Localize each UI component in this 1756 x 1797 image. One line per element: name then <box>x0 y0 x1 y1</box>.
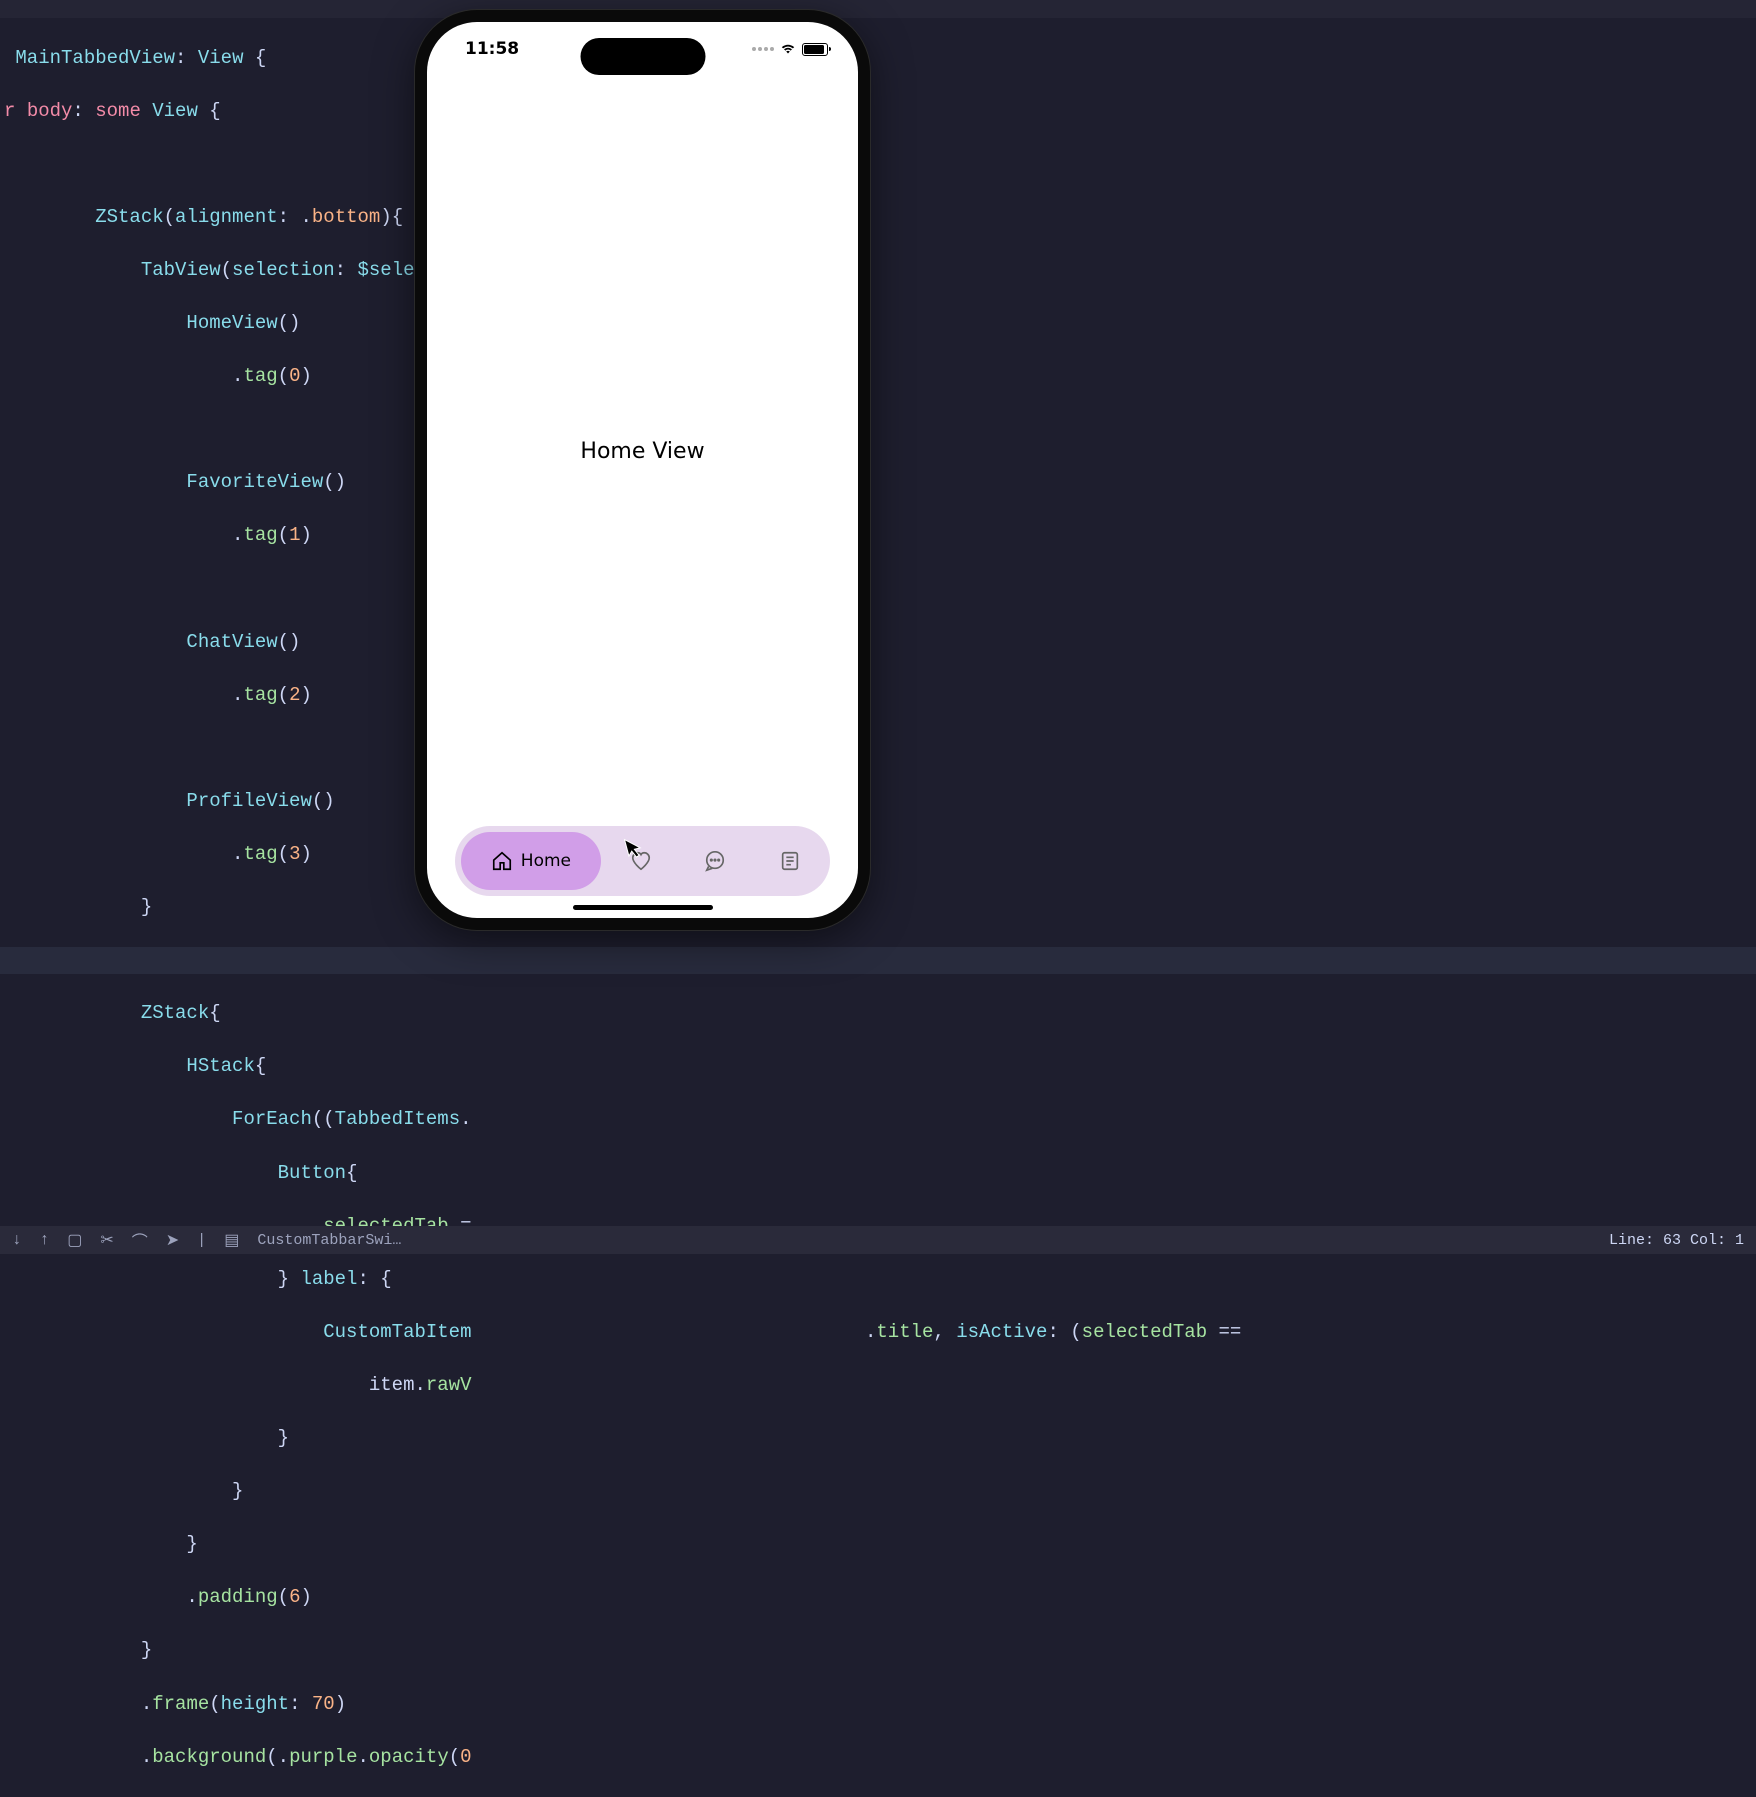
tab-profile[interactable] <box>756 832 824 890</box>
current-file: CustomTabbarSwi… <box>257 1232 401 1249</box>
arrow-down-icon[interactable]: ↓ <box>12 1231 22 1249</box>
arc-icon[interactable]: ⌒ <box>132 1228 148 1252</box>
file-icon: ▤ <box>224 1230 239 1250</box>
profile-icon <box>779 850 801 872</box>
phone-content: Home View <box>427 76 858 826</box>
cursor-position: Line: 63 Col: 1 <box>1609 1232 1744 1249</box>
scissors-icon[interactable]: ✂ <box>100 1230 113 1250</box>
location-icon[interactable]: ➤ <box>166 1230 179 1250</box>
bottom-status-bar: ↓ ↑ ▢ ✂ ⌒ ➤ | ▤ CustomTabbarSwi… Line: 6… <box>0 1226 1756 1254</box>
status-time: 11:58 <box>465 39 519 59</box>
type-name: MainTabbedView <box>15 47 175 69</box>
wifi-icon <box>780 43 796 55</box>
iphone-simulator[interactable]: 11:58 Home View <box>415 10 870 930</box>
battery-icon <box>802 43 828 56</box>
signal-icon <box>752 47 774 51</box>
box-icon[interactable]: ▢ <box>67 1230 82 1250</box>
home-indicator[interactable] <box>573 905 713 910</box>
top-breadcrumb-bar <box>0 0 1756 18</box>
home-icon <box>491 850 513 872</box>
tab-home[interactable]: Home <box>461 832 601 890</box>
tab-chat[interactable] <box>681 832 749 890</box>
content-text: Home View <box>580 439 704 464</box>
dynamic-island <box>580 38 705 75</box>
arrow-up-icon[interactable]: ↑ <box>40 1231 50 1249</box>
tab-home-label: Home <box>521 851 571 871</box>
chat-icon <box>704 850 726 872</box>
code-editor[interactable]: MainTabbedView: View { r body: some View… <box>0 18 1756 1226</box>
